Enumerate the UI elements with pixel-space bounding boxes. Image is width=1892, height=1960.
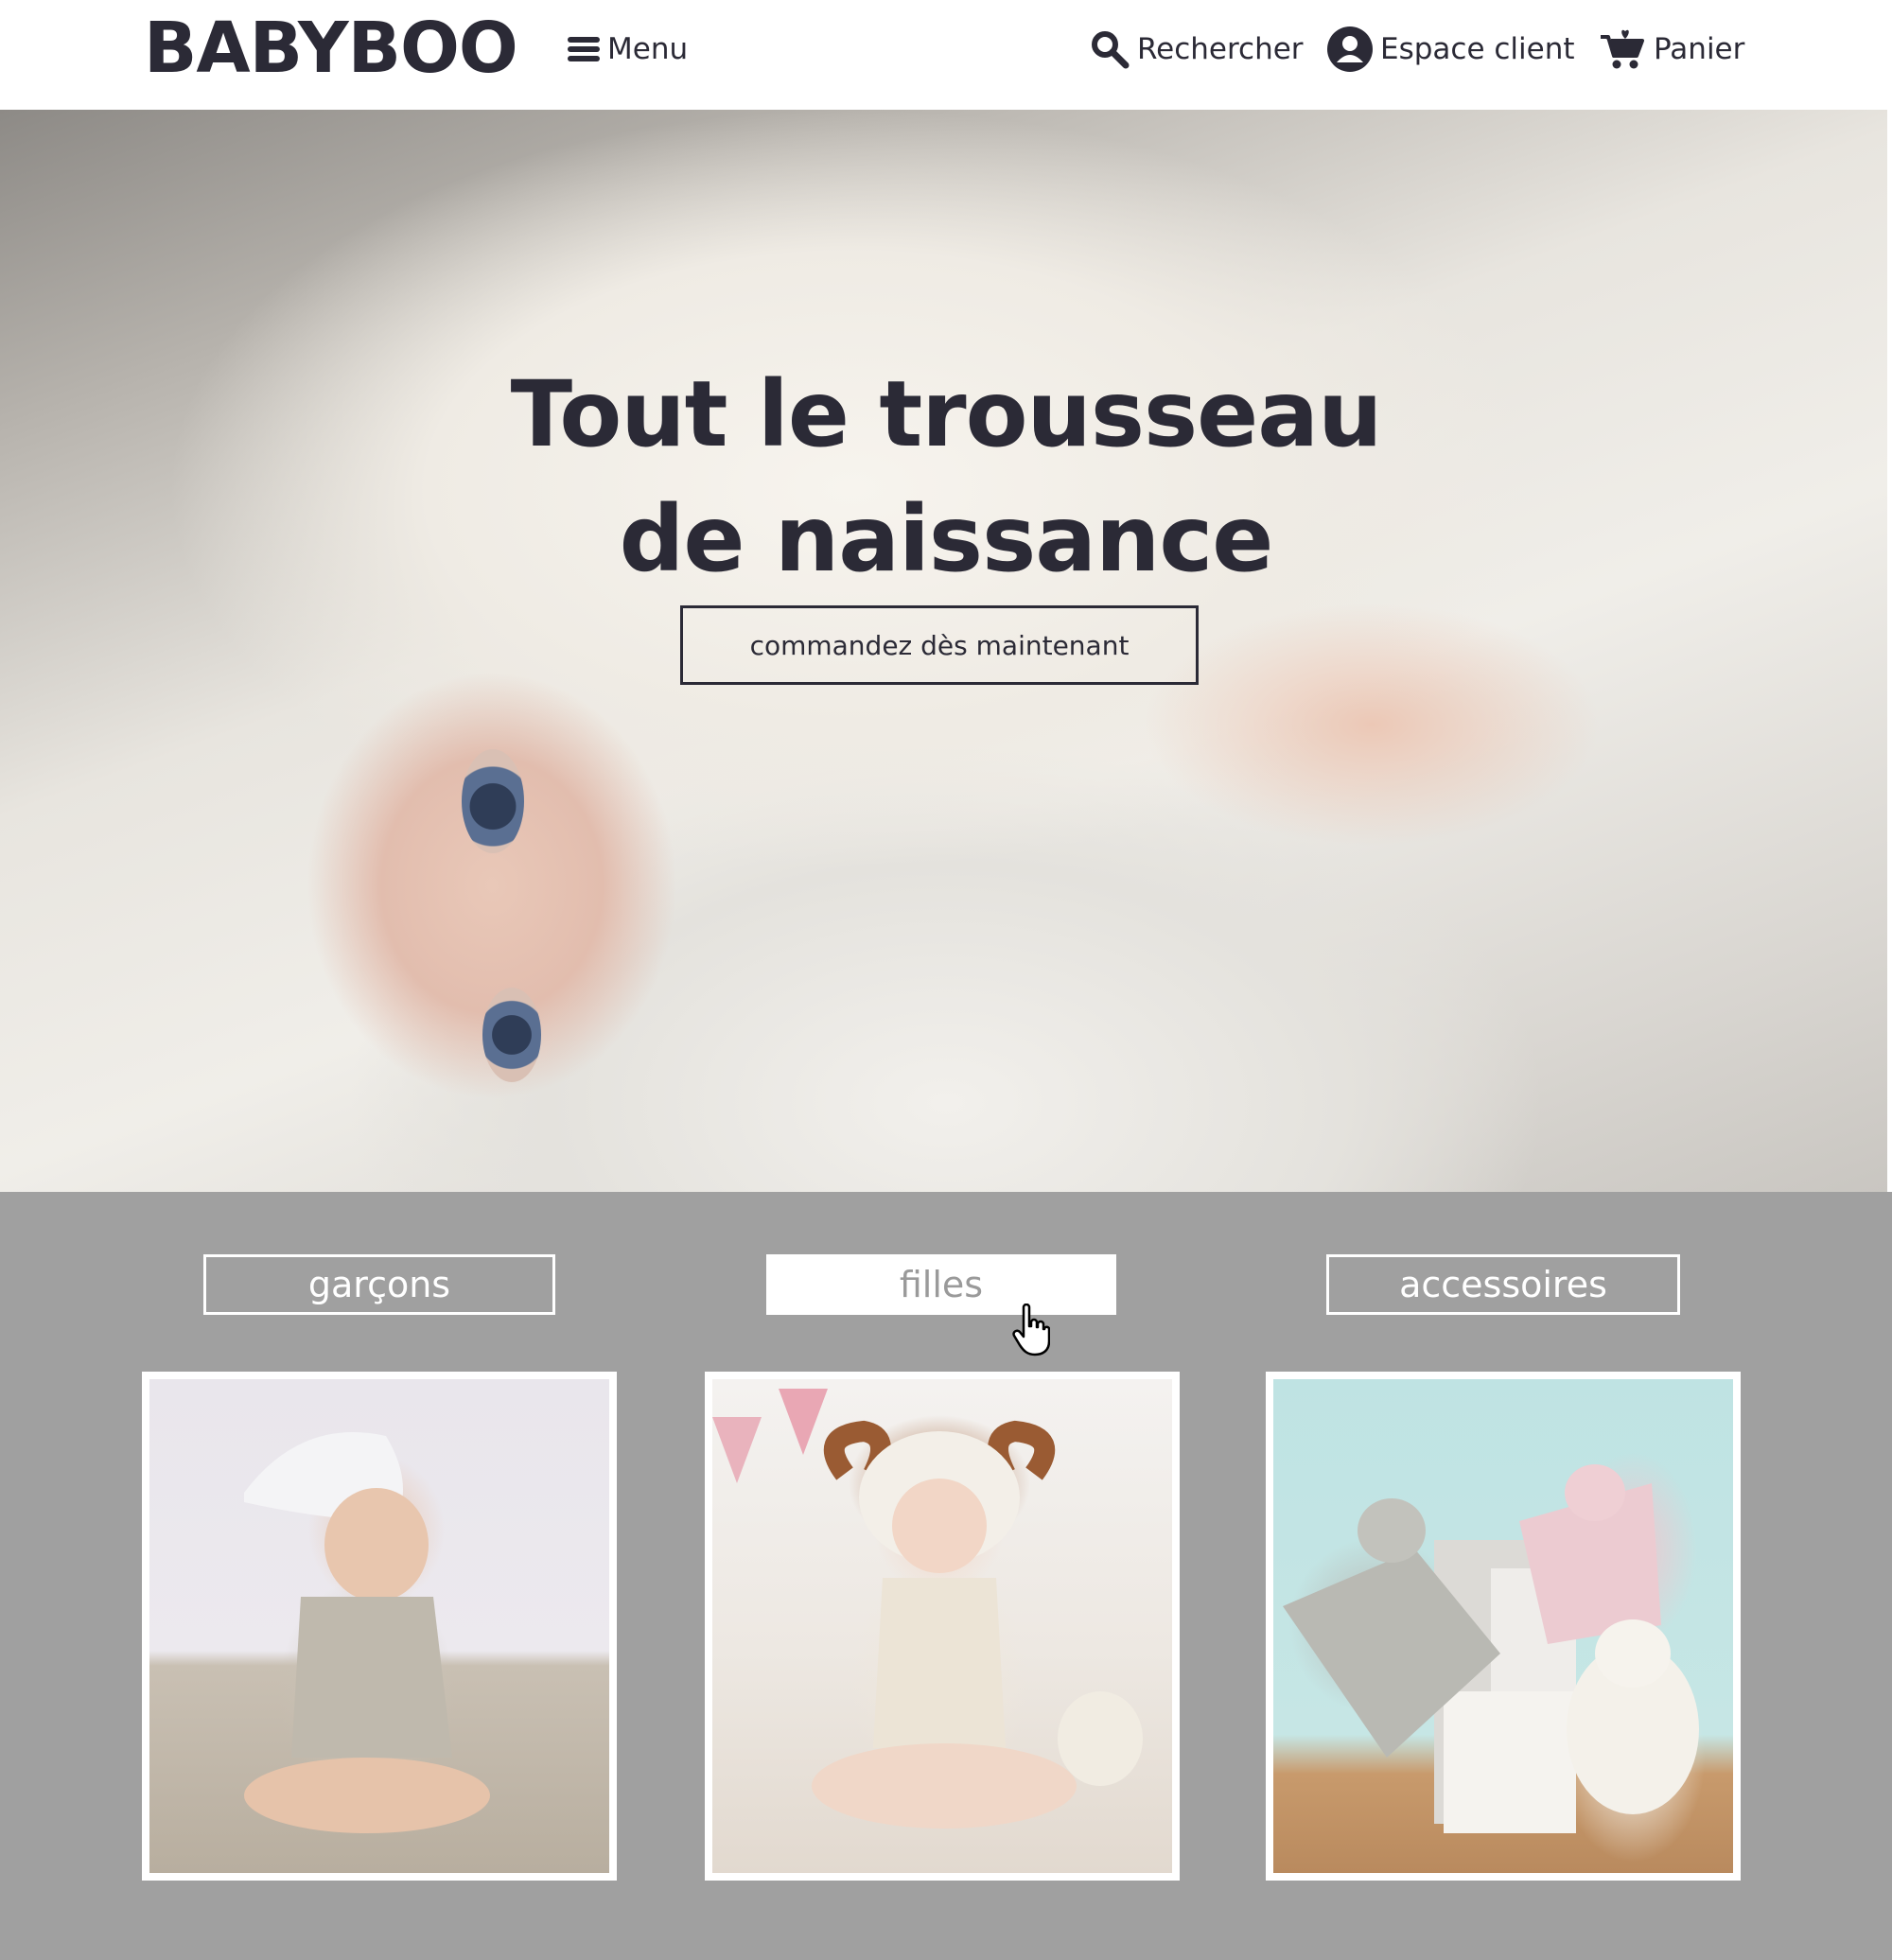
site-header: BABYBOO Menu Rechercher Espace client Pa… [0, 0, 1892, 110]
hero-photo-detail [482, 988, 541, 1082]
hero-photo-detail [462, 749, 524, 853]
account-button[interactable]: Espace client [1327, 25, 1575, 74]
tab-accessoires[interactable]: accessoires [1326, 1254, 1680, 1315]
user-circle-icon [1327, 26, 1373, 72]
hero-title-line2: de naissance [619, 486, 1274, 592]
garcons-photo [149, 1379, 609, 1873]
category-card-filles[interactable] [705, 1372, 1180, 1881]
hero-title-line1: Tout le trousseau [510, 361, 1383, 467]
category-card-accessoires[interactable] [1266, 1372, 1741, 1881]
tab-garcons[interactable]: garçons [203, 1254, 555, 1315]
category-card-garcons[interactable] [142, 1372, 617, 1881]
search-label: Rechercher [1137, 32, 1304, 66]
filles-photo [712, 1379, 1172, 1873]
brand-logo[interactable]: BABYBOO [144, 8, 518, 89]
hero-banner: Tout le trousseau de naissance commandez… [0, 110, 1887, 1192]
accessoires-photo [1273, 1379, 1733, 1873]
hero-title: Tout le trousseau de naissance [473, 352, 1419, 602]
menu-button[interactable]: Menu [568, 25, 688, 74]
tab-filles[interactable]: filles [766, 1254, 1116, 1315]
search-icon [1090, 29, 1130, 69]
menu-label: Menu [607, 32, 689, 66]
search-button[interactable]: Rechercher [1090, 25, 1304, 74]
account-label: Espace client [1380, 32, 1575, 66]
cart-button[interactable]: Panier [1599, 25, 1744, 74]
order-now-button[interactable]: commandez dès maintenant [680, 605, 1199, 685]
hand-cursor-icon [1012, 1303, 1051, 1360]
category-section: garçons filles accessoires [0, 1192, 1892, 1960]
cart-icon [1599, 27, 1646, 71]
bars-icon [568, 33, 600, 65]
cart-label: Panier [1654, 32, 1745, 66]
